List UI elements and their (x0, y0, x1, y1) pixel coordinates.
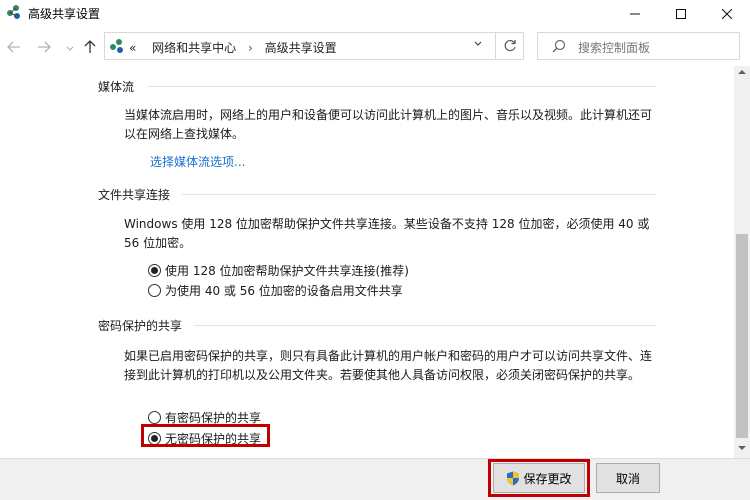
radio-button[interactable] (148, 264, 161, 277)
vertical-scrollbar[interactable] (734, 66, 750, 458)
address-dropdown-icon[interactable] (474, 40, 482, 50)
close-icon[interactable] (704, 0, 750, 28)
section-title-media: 媒体流 (98, 80, 135, 94)
cancel-button-label: 取消 (615, 471, 640, 486)
search-input[interactable]: 搜索控制面板 (537, 32, 740, 60)
search-placeholder: 搜索控制面板 (578, 41, 651, 55)
network-icon (7, 5, 20, 19)
password-description: 如果已启用密码保护的共享，则只有具备此计算机的用户帐户和密码的用户才可以访问共享… (124, 349, 653, 382)
breadcrumb-network-center[interactable]: 网络和共享中心 (152, 41, 236, 55)
section-divider (194, 325, 656, 326)
radio-option-40-56bit[interactable]: 为使用 40 或 56 位加密的设备启用文件共享 (148, 282, 403, 299)
search-icon (552, 39, 566, 53)
breadcrumb-separator: › (248, 41, 253, 55)
title-bar: 高级共享设置 (0, 0, 750, 28)
scroll-up-icon[interactable] (734, 68, 750, 80)
breadcrumb-advanced-sharing[interactable]: 高级共享设置 (265, 41, 337, 55)
network-icon (110, 39, 123, 53)
scroll-down-icon[interactable] (734, 444, 750, 456)
radio-label: 为使用 40 或 56 位加密的设备启用文件共享 (165, 284, 403, 298)
minimize-icon[interactable] (612, 0, 658, 28)
radio-button[interactable] (148, 411, 161, 424)
radio-label: 使用 128 位加密帮助保护文件共享连接(推荐) (165, 264, 409, 278)
cancel-button[interactable]: 取消 (596, 463, 660, 493)
highlight-box (488, 459, 590, 497)
window-title: 高级共享设置 (28, 7, 101, 21)
radio-button[interactable] (148, 284, 161, 297)
highlight-box (141, 424, 270, 447)
maximize-icon[interactable] (658, 0, 704, 28)
arrow-left-icon[interactable] (6, 38, 22, 56)
settings-content: 媒体流 当媒体流启用时，网络上的用户和设备便可以访问此计算机上的图片、音乐以及视… (0, 66, 734, 458)
radio-option-128bit[interactable]: 使用 128 位加密帮助保护文件共享连接(推荐) (148, 262, 409, 279)
chevron-down-icon[interactable] (62, 40, 78, 58)
media-options-link[interactable]: 选择媒体流选项... (150, 153, 245, 170)
media-description: 当媒体流启用时，网络上的用户和设备便可以访问此计算机上的图片、音乐以及视频。此计… (124, 108, 653, 141)
section-title-file-sharing: 文件共享连接 (98, 188, 171, 202)
file-sharing-description: Windows 使用 128 位加密帮助保护文件共享连接。某些设备不支持 128… (124, 217, 650, 250)
breadcrumb-overflow[interactable]: « (129, 41, 136, 55)
section-title-password: 密码保护的共享 (98, 319, 183, 333)
address-bar[interactable]: « 网络和共享中心 › 高级共享设置 (104, 32, 496, 60)
arrow-up-icon[interactable] (82, 38, 98, 56)
section-divider (148, 86, 656, 87)
section-divider (182, 194, 656, 195)
refresh-icon[interactable] (496, 32, 524, 60)
arrow-right-icon[interactable] (36, 38, 52, 56)
scroll-thumb[interactable] (736, 234, 748, 438)
breadcrumb: « 网络和共享中心 › 高级共享设置 (129, 39, 337, 56)
